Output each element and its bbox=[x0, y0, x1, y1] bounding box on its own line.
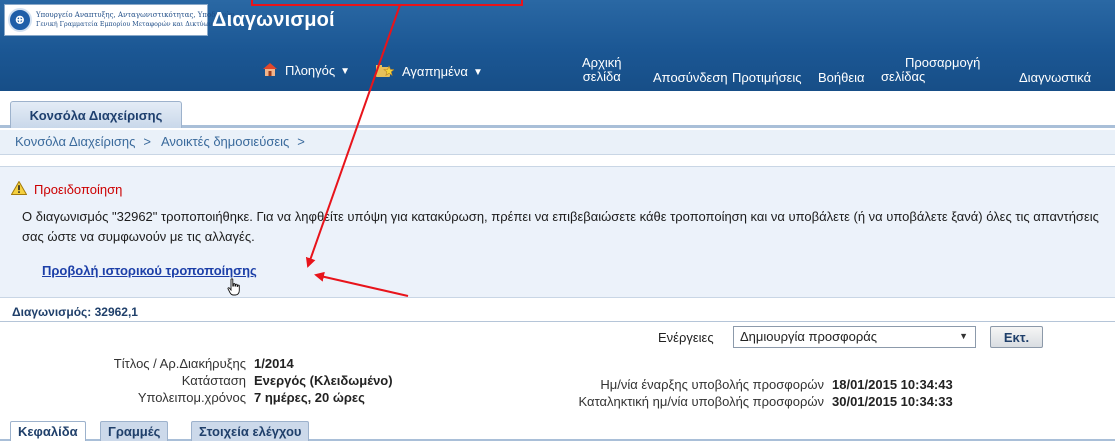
tab-control-data[interactable]: Στοιχεία ελέγχου bbox=[191, 421, 310, 441]
actions-label: Ενέργειες bbox=[658, 330, 714, 345]
hand-cursor-icon bbox=[227, 278, 240, 296]
field-title: Τίτλος / Αρ.Διακήρυξης 1/2014 bbox=[0, 356, 294, 371]
home-icon bbox=[263, 63, 277, 76]
warning-title: Προειδοποίηση bbox=[34, 182, 123, 197]
navigator-menu[interactable]: Πλοηγός ▼ bbox=[263, 62, 350, 78]
customize-page-link[interactable]: Προσαρμογή σελίδας bbox=[881, 56, 980, 84]
chevron-down-icon: ▼ bbox=[472, 67, 483, 78]
actions-select[interactable]: Δημιουργία προσφοράς ▼ bbox=[733, 326, 976, 348]
preferences-link[interactable]: Προτιμήσεις bbox=[732, 70, 802, 85]
breadcrumb-separator: > bbox=[143, 134, 151, 149]
tender-details: Ενέργειες Δημιουργία προσφοράς ▼ Εκτ. Τί… bbox=[0, 322, 1115, 419]
help-link[interactable]: Βοήθεια bbox=[818, 70, 865, 85]
logo-line-1: Υπουργείο Αναπτυξης, Ανταγωνιστικότητας,… bbox=[36, 11, 237, 19]
home-link-line-2: σελίδα bbox=[582, 69, 621, 84]
detail-tabs: Κεφαλίδα Γραμμές Στοιχεία ελέγχου bbox=[0, 421, 1115, 441]
field-label: Ημ/νία έναρξης υποβολής προσφορών bbox=[600, 377, 824, 392]
field-value: 18/01/2015 10:34:43 bbox=[832, 377, 953, 392]
favorites-folder-icon bbox=[376, 65, 394, 77]
chevron-down-icon: ▼ bbox=[340, 66, 351, 77]
breadcrumb: Κονσόλα Διαχείρισης > Ανοικτές δημοσιεύσει… bbox=[0, 130, 1115, 155]
breadcrumb-console[interactable]: Κονσόλα Διαχείρισης bbox=[15, 134, 135, 149]
customize-link-line-1: Προσαρμογή bbox=[905, 55, 981, 70]
field-submission-deadline: Καταληκτική ημ/νία υποβολής προσφορών 30/… bbox=[0, 394, 953, 409]
home-link-line-1: Αρχική bbox=[582, 55, 622, 70]
tender-title: Διαγωνισμός: 32962,1 bbox=[12, 305, 138, 319]
chevron-down-icon: ▼ bbox=[959, 331, 968, 341]
main-tab-strip: Κονσόλα Διαχείρισης bbox=[0, 91, 1115, 128]
app-title: Διαγωνισμοί bbox=[212, 9, 335, 31]
warning-icon bbox=[11, 181, 27, 195]
favorites-menu[interactable]: Αγαπημένα ▼ bbox=[376, 62, 483, 79]
go-button[interactable]: Εκτ. bbox=[990, 326, 1043, 348]
breadcrumb-separator: > bbox=[297, 134, 305, 149]
diagnostics-link[interactable]: Διαγνωστικά bbox=[1019, 70, 1091, 85]
field-label: Καταληκτική ημ/νία υποβολής προσφορών bbox=[578, 394, 824, 409]
logout-link[interactable]: Αποσύνδεση bbox=[653, 70, 728, 85]
warning-text: Ο διαγωνισμός "32962" τροποποιήθηκε. Για… bbox=[22, 209, 1099, 244]
emblem-icon: ⊕ bbox=[8, 8, 32, 32]
tab-lines[interactable]: Γραμμές bbox=[100, 421, 169, 441]
logo-line-2: Γενική Γραμματεία Εμπορίου Μεταφορών και… bbox=[36, 21, 213, 28]
customize-link-line-2: σελίδας bbox=[881, 69, 926, 84]
field-value: 1/2014 bbox=[254, 356, 294, 371]
actions-selected-value: Δημιουργία προσφοράς bbox=[740, 329, 877, 344]
breadcrumb-open-publications[interactable]: Ανοικτές δημοσιεύσεις bbox=[161, 134, 289, 149]
tab-header[interactable]: Κεφαλίδα bbox=[10, 421, 86, 441]
field-label: Τίτλος / Αρ.Διακήρυξης bbox=[113, 356, 246, 371]
ministry-logo: ⊕ Υπουργείο Αναπτυξης, Ανταγωνιστικότητα… bbox=[4, 4, 236, 36]
view-modification-history-link[interactable]: Προβολή ιστορικού τροποποίησης bbox=[42, 263, 257, 278]
field-value: 30/01/2015 10:34:33 bbox=[832, 394, 953, 409]
app-header: ⊕ Υπουργείο Αναπτυξης, Ανταγωνιστικότητα… bbox=[0, 0, 1115, 91]
warning-message-box: Προειδοποίηση Ο διαγωνισμός "32962" τροπ… bbox=[0, 166, 1115, 298]
tender-header: Διαγωνισμός: 32962,1 bbox=[0, 303, 1115, 322]
tab-admin-console[interactable]: Κονσόλα Διαχείρισης bbox=[10, 101, 182, 128]
field-submission-start: Ημ/νία έναρξης υποβολής προσφορών 18/01/2… bbox=[0, 377, 953, 392]
favorites-label: Αγαπημένα bbox=[402, 64, 468, 79]
home-page-link[interactable]: Αρχική σελίδα bbox=[582, 56, 622, 84]
navigator-label: Πλοηγός bbox=[285, 63, 336, 78]
